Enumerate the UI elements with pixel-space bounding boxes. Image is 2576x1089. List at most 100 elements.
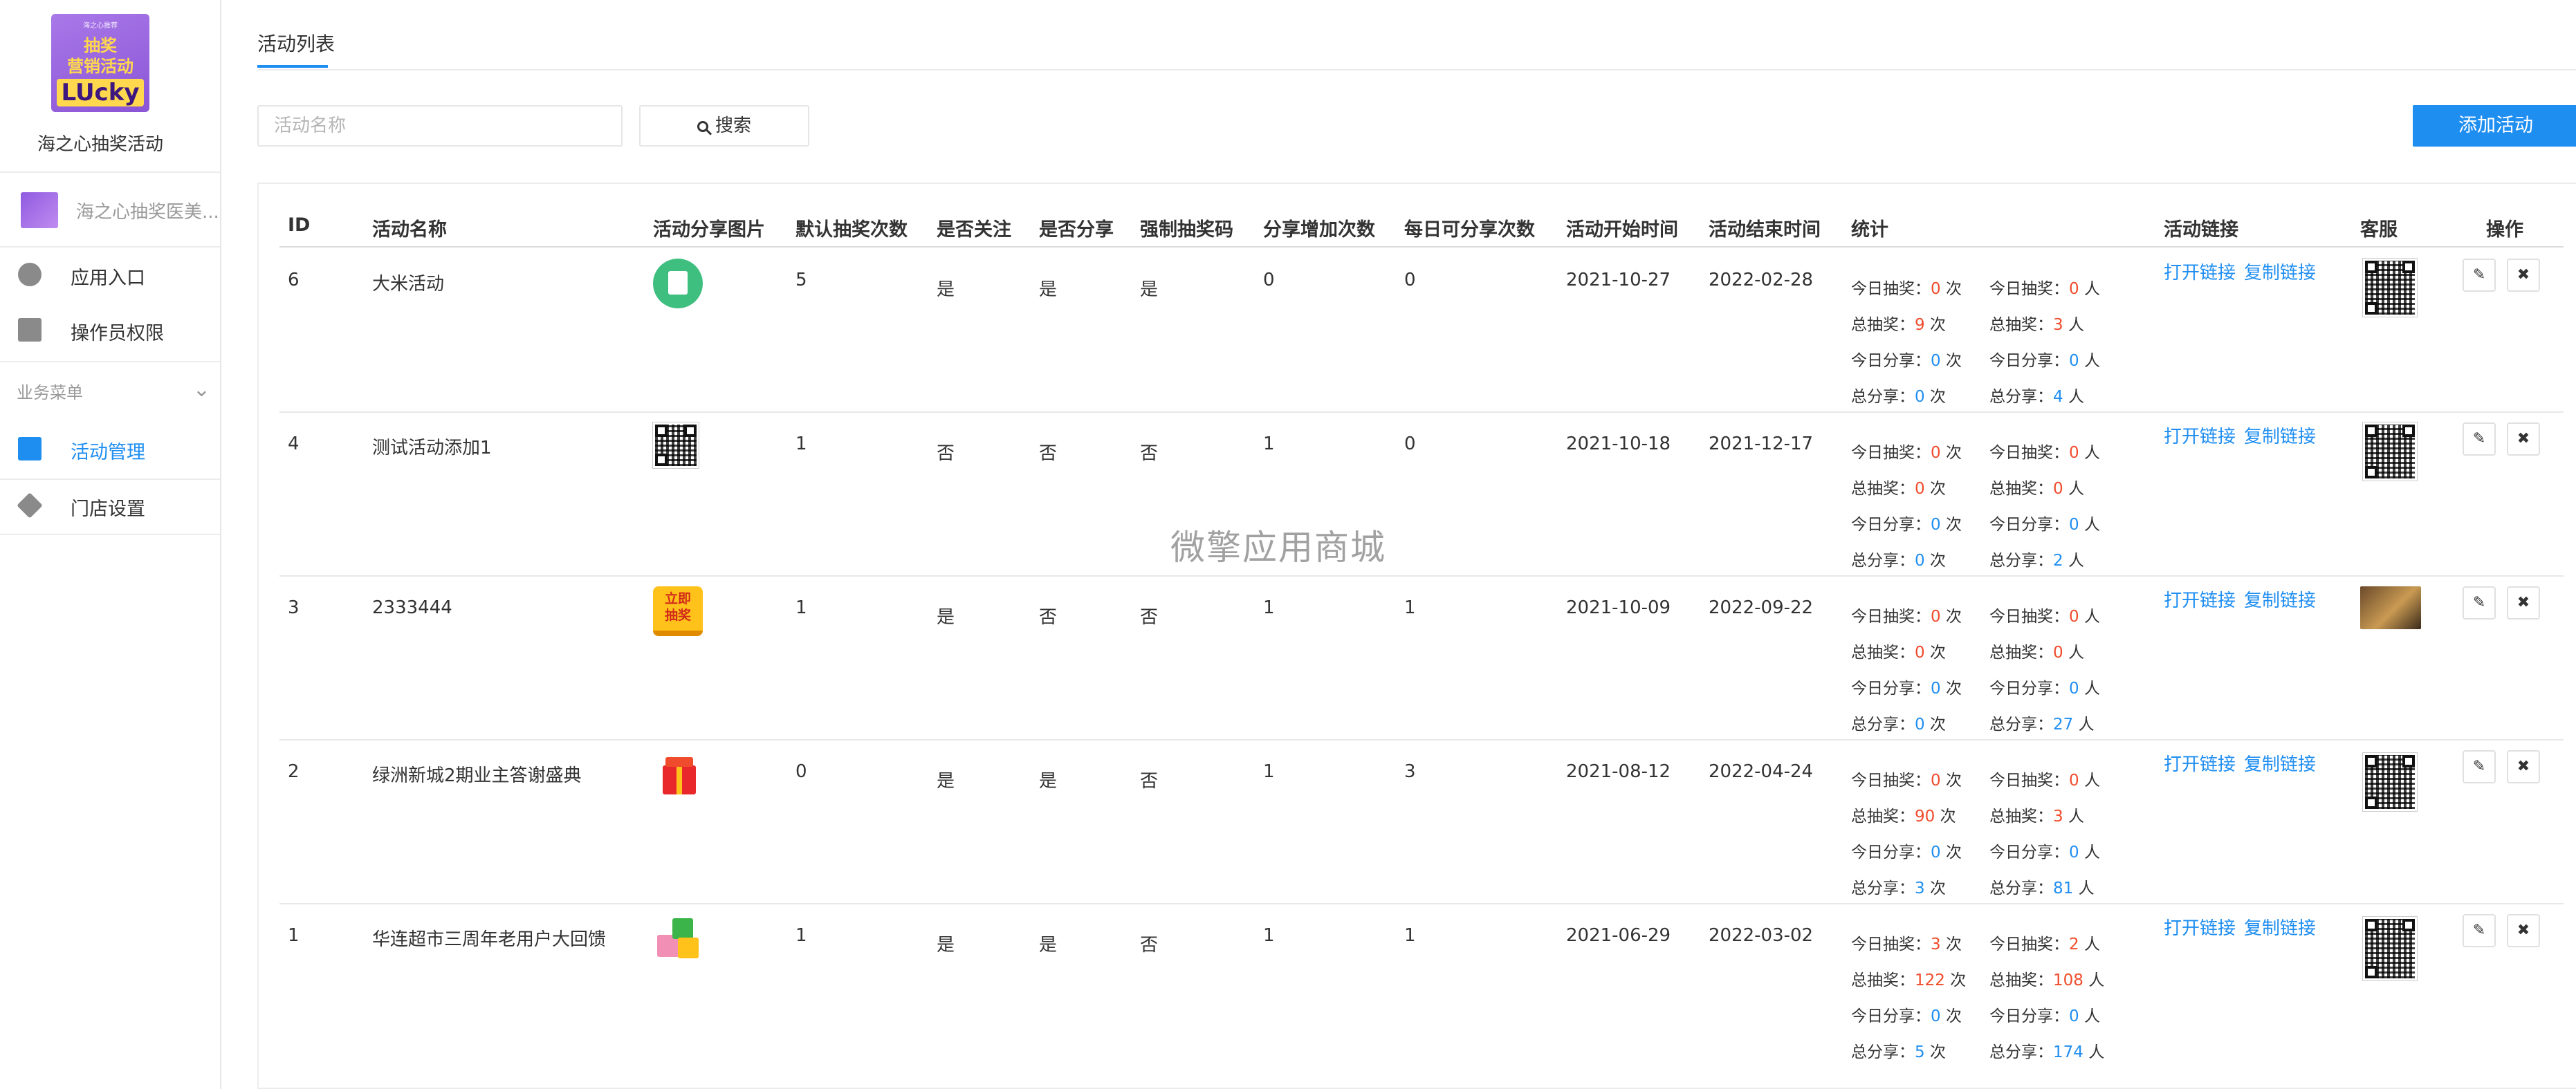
stat-unit: 次 (1924, 644, 1946, 662)
stat-value: 3 (2053, 316, 2063, 334)
delete-button[interactable]: ✖ (2507, 914, 2540, 947)
cell-start: 2021-10-09 (1566, 597, 1671, 618)
stat-value: 0 (1931, 280, 1941, 298)
stat-unit: 人 (2079, 1007, 2100, 1025)
stat-label: 总分享： (1989, 879, 2053, 897)
list-icon (18, 437, 42, 460)
edit-button[interactable]: ✎ (2463, 259, 2496, 292)
add-activity-button[interactable]: 添加活动 (2413, 105, 2576, 147)
stat-label: 今日抽奖： (1989, 608, 2069, 626)
cell-force-code: 否 (1140, 771, 1159, 792)
stat-today-share-times: 今日分享：0 次 (1851, 347, 1962, 371)
open-link[interactable]: 打开链接 (2164, 914, 2236, 940)
stat-total-draw-people: 总抽奖：0 人 (1989, 475, 2084, 499)
stat-today-draw-times: 今日抽奖：0 次 (1851, 439, 1962, 463)
divider (0, 361, 220, 362)
sidebar-item-operator-permissions[interactable]: 操作员权限 (0, 303, 220, 357)
stat-label: 今日分享： (1851, 1007, 1931, 1025)
copy-link[interactable]: 复制链接 (2244, 586, 2316, 612)
edit-button[interactable]: ✎ (2463, 586, 2496, 620)
open-link[interactable]: 打开链接 (2164, 422, 2236, 448)
stat-label: 今日抽奖： (1989, 772, 2069, 790)
delete-button[interactable]: ✖ (2507, 750, 2540, 783)
cell-share: 是 (1039, 935, 1058, 956)
sidebar-item-activity-management[interactable]: 活动管理 (0, 422, 220, 476)
column-header: 活动链接 (2164, 219, 2238, 241)
search-button[interactable]: 搜索 (639, 105, 809, 147)
close-icon: ✖ (2517, 430, 2530, 447)
stat-total-share-people: 总分享：27 人 (1989, 711, 2095, 734)
column-header: ID (288, 214, 311, 236)
cell-name: 测试活动添加1 (372, 438, 492, 458)
badge-text: 抽奖 (664, 608, 691, 623)
gifts-icon (653, 914, 703, 964)
cell-follow: 是 (937, 279, 955, 300)
copy-link[interactable]: 复制链接 (2244, 750, 2316, 776)
stat-label: 今日抽奖： (1989, 280, 2069, 298)
header-divider (279, 246, 2564, 248)
sidebar-item-label: 操作员权限 (71, 323, 164, 344)
sidebar-section-business-menu[interactable]: 业务菜单 ⌄ (17, 378, 210, 407)
stat-unit: 人 (2079, 608, 2100, 626)
stat-label: 总抽奖： (1989, 808, 2053, 826)
stat-label: 总分享： (1989, 716, 2053, 734)
stat-unit: 人 (2063, 808, 2084, 826)
stat-unit: 次 (1940, 936, 1962, 953)
stat-value: 81 (2053, 879, 2074, 897)
delete-button[interactable]: ✖ (2507, 586, 2540, 620)
copy-link[interactable]: 复制链接 (2244, 259, 2316, 284)
edit-button[interactable]: ✎ (2463, 750, 2496, 783)
sidebar-item-app-entry[interactable]: 应用入口 (0, 248, 220, 301)
open-link[interactable]: 打开链接 (2164, 586, 2236, 612)
stat-value: 3 (1915, 879, 1925, 897)
stat-label: 总抽奖： (1851, 971, 1915, 989)
pencil-icon: ✎ (2472, 430, 2486, 447)
stat-unit: 次 (1940, 516, 1962, 534)
qr-code-icon (653, 422, 699, 468)
cell-daily-share: 1 (1404, 597, 1416, 618)
edit-button[interactable]: ✎ (2463, 422, 2496, 456)
store-switcher[interactable]: 海之心抽奖医美... (21, 191, 221, 230)
stat-today-share-times: 今日分享：0 次 (1851, 511, 1962, 534)
cell-share-add: 1 (1263, 761, 1275, 782)
logo-text: 海之心推荐 (83, 22, 118, 30)
stat-unit: 人 (2063, 644, 2084, 662)
stat-unit: 次 (1940, 352, 1962, 370)
logo-text: LUcky (57, 79, 144, 106)
column-header: 每日可分享次数 (1404, 219, 1535, 241)
stat-label: 今日分享： (1989, 680, 2069, 698)
stat-unit: 次 (1940, 608, 1962, 626)
stat-label: 今日抽奖： (1851, 444, 1931, 462)
tab-activity-list[interactable]: 活动列表 (257, 29, 335, 57)
stat-today-draw-people: 今日抽奖：0 人 (1989, 603, 2100, 626)
search-icon (697, 121, 708, 132)
stat-value: 0 (1931, 1007, 1941, 1025)
stat-today-draw-times: 今日抽奖：0 次 (1851, 275, 1962, 299)
delete-button[interactable]: ✖ (2507, 422, 2540, 456)
stat-total-draw-people: 总抽奖：3 人 (1989, 803, 2084, 826)
stat-today-draw-people: 今日抽奖：0 人 (1989, 439, 2100, 463)
search-input[interactable] (257, 105, 623, 147)
stat-value: 0 (2053, 480, 2063, 498)
open-link[interactable]: 打开链接 (2164, 259, 2236, 284)
open-link[interactable]: 打开链接 (2164, 750, 2236, 776)
section-label: 业务菜单 (17, 383, 83, 402)
cell-id: 1 (288, 925, 300, 946)
edit-button[interactable]: ✎ (2463, 914, 2496, 947)
tab-divider (257, 69, 2576, 71)
stat-unit: 次 (1940, 772, 1962, 790)
sidebar-item-store-settings[interactable]: 门店设置 (0, 478, 220, 532)
cell-default-draws: 1 (795, 925, 807, 946)
copy-link[interactable]: 复制链接 (2244, 914, 2316, 940)
stat-unit: 人 (2079, 516, 2100, 534)
stat-unit: 次 (1935, 808, 1956, 826)
copy-link[interactable]: 复制链接 (2244, 422, 2316, 448)
stat-label: 总抽奖： (1851, 480, 1915, 498)
cell-id: 4 (288, 434, 300, 454)
cell-force-code: 是 (1140, 279, 1159, 300)
stat-label: 总抽奖： (1851, 808, 1915, 826)
stat-label: 总抽奖： (1989, 316, 2053, 334)
cell-end: 2022-09-22 (1709, 597, 1814, 618)
delete-button[interactable]: ✖ (2507, 259, 2540, 292)
column-header: 分享增加次数 (1263, 219, 1375, 241)
